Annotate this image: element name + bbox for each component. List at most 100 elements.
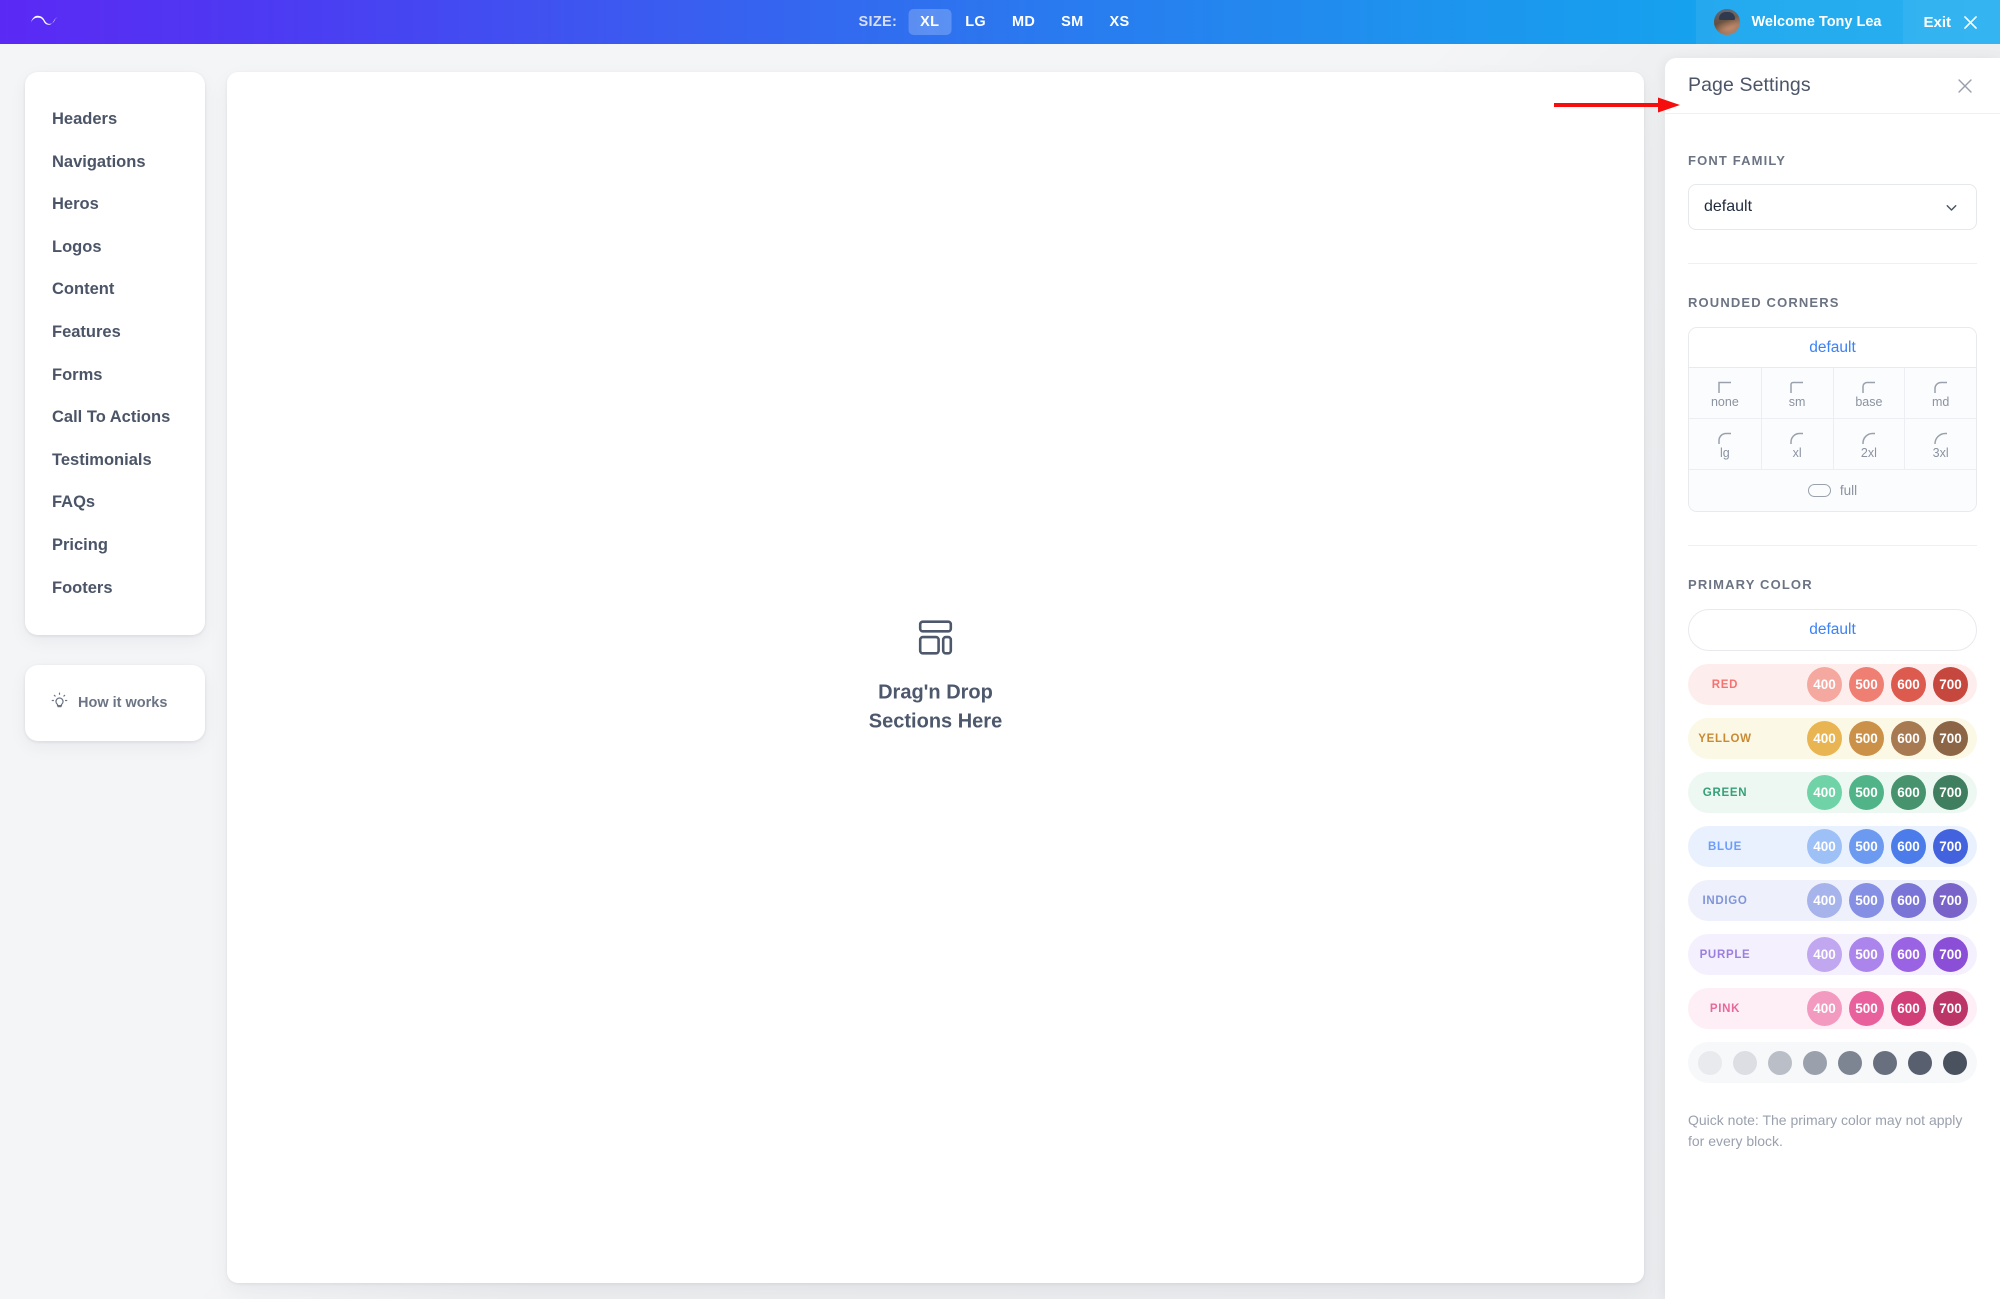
sidebar-item-headers[interactable]: Headers [25, 98, 205, 141]
app-logo[interactable] [0, 0, 86, 44]
rounded-corner-label: xl [1792, 445, 1802, 460]
rounded-corner-option-lg[interactable]: lg [1689, 419, 1761, 469]
sidebar-item-features[interactable]: Features [25, 311, 205, 354]
color-swatches: 400 500 600 700 [1762, 775, 1968, 810]
color-swatch-red-500[interactable]: 500 [1849, 667, 1884, 702]
color-swatch-pink-500[interactable]: 500 [1849, 991, 1884, 1026]
color-swatch-pink-600[interactable]: 600 [1891, 991, 1926, 1026]
rounded-corner-option-xl[interactable]: xl [1760, 419, 1833, 469]
color-swatch-blue-500[interactable]: 500 [1849, 829, 1884, 864]
page-canvas[interactable]: Drag'n Drop Sections Here [227, 72, 1644, 1283]
gray-swatch-1[interactable] [1698, 1050, 1722, 1075]
color-swatch-blue-700[interactable]: 700 [1933, 829, 1968, 864]
sidebar-item-logos[interactable]: Logos [25, 226, 205, 269]
color-row-red: RED 400 500 600 700 [1688, 664, 1977, 705]
annotation-arrow [1554, 97, 1680, 113]
rounded-corner-option-md[interactable]: md [1904, 368, 1976, 418]
color-swatch-pink-700[interactable]: 700 [1933, 991, 1968, 1026]
user-welcome[interactable]: Welcome Tony Lea [1696, 0, 1904, 44]
size-button-xl[interactable]: XL [908, 9, 952, 35]
rounded-corners-row-2: lg xl 2xl 3xl [1689, 418, 1976, 469]
color-swatch-green-700[interactable]: 700 [1933, 775, 1968, 810]
rounded-corner-label: lg [1720, 445, 1730, 460]
top-bar: SIZE: XL LG MD SM XS Welcome Tony Lea Ex… [0, 0, 2000, 44]
drop-zone[interactable]: Drag'n Drop Sections Here [227, 619, 1644, 736]
gray-swatch-8[interactable] [1943, 1050, 1967, 1075]
sidebar-item-heros[interactable]: Heros [25, 183, 205, 226]
avatar [1714, 9, 1741, 35]
rounded-corner-option-none[interactable]: none [1689, 368, 1761, 418]
close-icon [1961, 13, 1980, 32]
sidebar-item-call-to-actions[interactable]: Call To Actions [25, 396, 205, 439]
rounded-corner-option-2xl[interactable]: 2xl [1832, 419, 1905, 469]
rounded-corner-label: 3xl [1932, 445, 1949, 460]
font-family-select[interactable]: default [1688, 184, 1977, 230]
size-button-sm[interactable]: SM [1049, 9, 1095, 35]
color-row-label: PURPLE [1699, 948, 1751, 961]
font-family-section: FONT FAMILY default [1688, 114, 1977, 264]
rounded-corner-label: base [1855, 394, 1883, 409]
color-swatch-green-400[interactable]: 400 [1807, 775, 1842, 810]
rounded-corners-default-button[interactable]: default [1689, 328, 1976, 368]
color-row-blue: BLUE 400 500 600 700 [1688, 826, 1977, 867]
sidebar-item-navigations[interactable]: Navigations [25, 141, 205, 184]
color-swatch-blue-600[interactable]: 600 [1891, 829, 1926, 864]
size-button-lg[interactable]: LG [953, 9, 998, 35]
rounded-corner-option-sm[interactable]: sm [1760, 368, 1833, 418]
color-swatch-green-500[interactable]: 500 [1849, 775, 1884, 810]
color-swatches: 400 500 600 700 [1762, 667, 1968, 702]
color-swatch-red-600[interactable]: 600 [1891, 667, 1926, 702]
panel-body: FONT FAMILY default ROUNDED CORNERS defa… [1665, 114, 2000, 1172]
color-swatch-pink-400[interactable]: 400 [1807, 991, 1842, 1026]
color-swatch-indigo-600[interactable]: 600 [1891, 883, 1926, 918]
sidebar-item-forms[interactable]: Forms [25, 354, 205, 397]
primary-color-default-button[interactable]: default [1688, 609, 1977, 651]
color-swatch-purple-600[interactable]: 600 [1891, 937, 1926, 972]
sidebar-item-pricing[interactable]: Pricing [25, 524, 205, 567]
color-swatch-indigo-700[interactable]: 700 [1933, 883, 1968, 918]
size-label: SIZE: [858, 14, 898, 30]
gray-swatch-7[interactable] [1908, 1050, 1932, 1075]
color-swatch-green-600[interactable]: 600 [1891, 775, 1926, 810]
sidebar-item-footers[interactable]: Footers [25, 567, 205, 610]
gray-swatch-4[interactable] [1803, 1050, 1827, 1075]
color-swatches: 400 500 600 700 [1762, 721, 1968, 756]
color-swatch-indigo-400[interactable]: 400 [1807, 883, 1842, 918]
color-swatch-purple-400[interactable]: 400 [1807, 937, 1842, 972]
color-swatch-yellow-700[interactable]: 700 [1933, 721, 1968, 756]
section-menu: Headers Navigations Heros Logos Content … [25, 72, 205, 636]
sidebar-item-testimonials[interactable]: Testimonials [25, 439, 205, 482]
color-swatch-yellow-600[interactable]: 600 [1891, 721, 1926, 756]
color-swatch-purple-700[interactable]: 700 [1933, 937, 1968, 972]
color-row-yellow: YELLOW 400 500 600 700 [1688, 718, 1977, 759]
page-title: Page Settings [1688, 74, 1811, 96]
color-swatch-indigo-500[interactable]: 500 [1849, 883, 1884, 918]
color-swatch-yellow-500[interactable]: 500 [1849, 721, 1884, 756]
gray-swatch-2[interactable] [1733, 1050, 1757, 1075]
exit-button[interactable]: Exit [1903, 0, 2000, 44]
rounded-corner-option-3xl[interactable]: 3xl [1904, 419, 1976, 469]
lightbulb-icon [51, 692, 68, 714]
size-button-xs[interactable]: XS [1098, 9, 1142, 35]
color-swatch-purple-500[interactable]: 500 [1849, 937, 1884, 972]
rounded-corner-option-base[interactable]: base [1832, 368, 1905, 418]
color-row-label: YELLOW [1698, 732, 1752, 745]
gray-swatch-6[interactable] [1873, 1050, 1897, 1075]
close-icon[interactable] [1954, 75, 1976, 97]
pill-shape-icon [1807, 484, 1831, 497]
sidebar-item-content[interactable]: Content [25, 268, 205, 311]
rounded-corners-grid: default none sm base md lg xl 2xl 3xl fu… [1688, 327, 1977, 512]
size-button-md[interactable]: MD [1000, 9, 1047, 35]
color-swatch-yellow-400[interactable]: 400 [1807, 721, 1842, 756]
rounded-corner-label: full [1839, 483, 1858, 498]
color-swatch-red-400[interactable]: 400 [1807, 667, 1842, 702]
color-row-label: PINK [1709, 1002, 1741, 1015]
rounded-corner-option-full[interactable]: full [1689, 469, 1976, 511]
how-it-works-button[interactable]: How it works [25, 665, 205, 742]
gray-swatch-3[interactable] [1768, 1050, 1792, 1075]
sidebar-item-faqs[interactable]: FAQs [25, 481, 205, 524]
color-swatches: 400 500 600 700 [1762, 883, 1968, 918]
color-swatch-red-700[interactable]: 700 [1933, 667, 1968, 702]
color-swatch-blue-400[interactable]: 400 [1807, 829, 1842, 864]
gray-swatch-5[interactable] [1838, 1050, 1862, 1075]
